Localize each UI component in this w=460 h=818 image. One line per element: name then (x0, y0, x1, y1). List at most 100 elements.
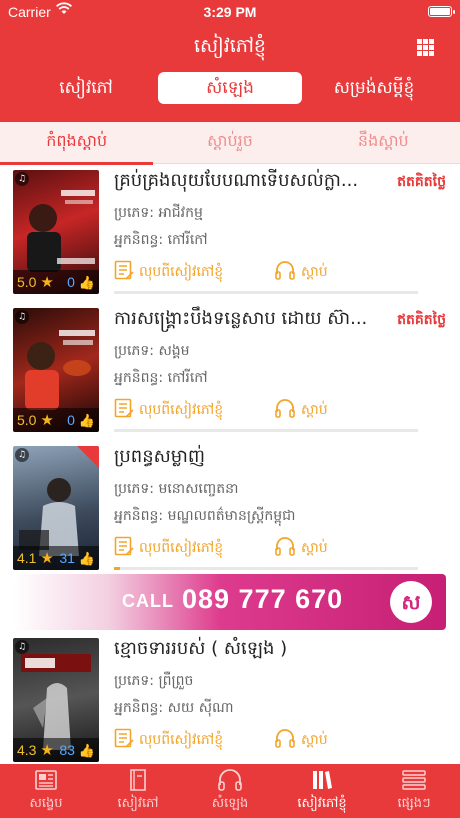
free-badge: ឥតគិតថ្លៃ (397, 312, 446, 328)
sub-tabs: កំពុងស្ដាប់ ស្ដាប់រួច នឹងស្ដាប់ (0, 122, 460, 165)
book-category: ប្រភេទ: អាជីវកម្ម (114, 205, 203, 221)
likes-count: 31 (59, 549, 75, 566)
book-author: អ្នកនិពន្ធ: កៅរីកៅ (114, 370, 208, 386)
rating-value: 4.3 (17, 742, 37, 758)
star-icon: ★ (40, 742, 54, 759)
free-badge: ឥតគិតថ្លៃ (397, 174, 446, 190)
book-cover[interactable]: ♫ 5.0 ★ 0 👍 (13, 170, 99, 294)
ad-banner[interactable]: CALL 089 777 670 ស (14, 574, 446, 630)
top-header: Carrier 3:29 PM សៀវភៅខ្ញុំ សៀវភៅ សំឡេង ស… (0, 0, 460, 122)
listen-label: ស្ដាប់ (301, 731, 328, 748)
segment-books[interactable]: សៀវភៅ (14, 72, 158, 104)
star-icon: ★ (40, 550, 54, 567)
headphones-icon (184, 764, 276, 792)
listen-button[interactable]: ស្ដាប់ (274, 260, 328, 284)
menu-lines-icon (368, 764, 460, 792)
status-bar: Carrier 3:29 PM (0, 0, 460, 24)
book-title[interactable]: ប្រពន្ធសម្លាញ់ (114, 444, 374, 471)
list-item[interactable]: ♫ 5.0 ★ 0 👍 គ្រប់គ្រងលុយបែបណាទើបសល់ក្លា.… (0, 164, 460, 299)
tab-audio[interactable]: សំឡេង (184, 764, 276, 818)
item-actions: លុបពីសៀវភៅខ្ញុំ ស្ដាប់ (114, 728, 414, 750)
headphones-icon (274, 728, 296, 752)
listen-button[interactable]: ស្ដាប់ (274, 536, 328, 560)
thumbs-up-icon: 👍 (78, 412, 95, 428)
remove-label: លុបពីសៀវភៅខ្ញុំ (139, 731, 224, 748)
cover-stats: 4.3 ★ 83 👍 (13, 738, 99, 762)
page-title: សៀវភៅខ្ញុំ (194, 35, 266, 57)
rating-group: 4.1 ★ (17, 549, 54, 567)
remove-label: លុបពីសៀវភៅខ្ញុំ (139, 539, 224, 556)
tab-summary[interactable]: សង្ខេប (0, 764, 92, 818)
listen-label: ស្ដាប់ (301, 401, 328, 418)
tab-label: ផ្សេងៗ (397, 796, 431, 811)
book-title[interactable]: គ្រប់គ្រងលុយបែបណាទើបសល់ក្លា... (114, 168, 374, 195)
grid-menu-icon[interactable] (417, 39, 434, 56)
book-info: គ្រប់គ្រងលុយបែបណាទើបសល់ក្លា... ឥតគិតថ្លៃ… (114, 168, 446, 251)
cover-stats: 5.0 ★ 0 👍 (13, 408, 99, 432)
book-category: ប្រភេទ: សង្គម (114, 343, 190, 359)
likes-count: 0 (67, 411, 75, 428)
tab-my-books[interactable]: សៀវភៅខ្ញុំ (276, 764, 368, 818)
item-actions: លុបពីសៀវភៅខ្ញុំ ស្ដាប់ (114, 398, 414, 420)
listen-label: ស្ដាប់ (301, 263, 328, 280)
book-author: អ្នកនិពន្ធ: កៅរីកៅ (114, 232, 208, 248)
rating-value: 4.1 (17, 550, 37, 566)
headphones-icon (274, 536, 296, 560)
headphones-icon (274, 398, 296, 422)
ad-logo: ស (390, 581, 432, 623)
headphones-badge-icon: ♫ (15, 310, 29, 324)
item-actions: លុបពីសៀវភៅខ្ញុំ ស្ដាប់ (114, 260, 414, 282)
ad-phone-number: 089 777 670 (182, 584, 344, 614)
headphones-badge-icon: ♫ (15, 172, 29, 186)
book-icon (92, 764, 184, 792)
tab-books[interactable]: សៀវភៅ (92, 764, 184, 818)
tab-finished[interactable]: ស្ដាប់រួច (153, 122, 306, 163)
list-item[interactable]: ♫ 4.1 ★ 31 👍 ប្រពន្ធសម្លាញ់ ប្រភេទ: មនោស… (0, 440, 460, 575)
book-title[interactable]: ខ្មោចទាររបស់ ( សំឡេង ) (114, 636, 374, 663)
bottom-tab-bar: សង្ខេប សៀវភៅ សំឡេង សៀវភៅខ្ញុំ ផ្សេងៗ (0, 764, 460, 818)
list-item[interactable]: ♫ 5.0 ★ 0 👍 ការសង្គ្រោះបឹងទន្លេសាប ដោយ ស… (0, 302, 460, 437)
headphones-badge-icon: ♫ (15, 448, 29, 462)
headphones-icon (274, 260, 296, 284)
book-cover[interactable]: ♫ 4.3 ★ 83 👍 (13, 638, 99, 762)
listen-button[interactable]: ស្ដាប់ (274, 398, 328, 422)
cover-stats: 5.0 ★ 0 👍 (13, 270, 99, 294)
tab-label: សំឡេង (211, 796, 249, 811)
tab-label: សៀវភៅខ្ញុំ (297, 796, 347, 811)
ad-call-label: CALL (122, 591, 174, 611)
tab-listening[interactable]: កំពុងស្ដាប់ (0, 122, 154, 165)
status-time: 3:29 PM (203, 4, 257, 20)
book-cover[interactable]: ♫ 5.0 ★ 0 👍 (13, 308, 99, 432)
book-title[interactable]: ការសង្គ្រោះបឹងទន្លេសាប ដោយ ស៊ា... (114, 306, 374, 333)
listen-label: ស្ដាប់ (301, 539, 328, 556)
listen-progress (114, 429, 418, 432)
corner-ribbon (77, 446, 99, 468)
listen-button[interactable]: ស្ដាប់ (274, 728, 328, 752)
segment-quotes[interactable]: សម្រង់សម្ដីខ្ញុំ (302, 72, 446, 104)
remove-from-my-books-button[interactable]: លុបពីសៀវភៅខ្ញុំ (114, 728, 223, 752)
likes-group: 0 👍 (67, 274, 95, 291)
book-category: ប្រភេទ: មនោសញ្ចេតនា (114, 481, 239, 497)
remove-from-my-books-button[interactable]: លុបពីសៀវភៅខ្ញុំ (114, 398, 223, 422)
book-author: អ្នកនិពន្ធ: សយ ស៊ីណា (114, 700, 234, 716)
remove-from-my-books-button[interactable]: លុបពីសៀវភៅខ្ញុំ (114, 260, 223, 284)
list-item[interactable]: ♫ 4.3 ★ 83 👍 ខ្មោចទាររបស់ ( សំឡេង ) ប្រភ… (0, 632, 460, 764)
book-category: ប្រភេទ: ព្រឺព្រួច (114, 673, 194, 689)
battery-icon (428, 6, 455, 17)
remove-label: លុបពីសៀវភៅខ្ញុំ (139, 401, 224, 418)
title-bar: សៀវភៅខ្ញុំ (0, 24, 460, 68)
book-info: ប្រពន្ធសម្លាញ់ ប្រភេទ: មនោសញ្ចេតនា អ្នកន… (114, 444, 446, 527)
book-cover[interactable]: ♫ 4.1 ★ 31 👍 (13, 446, 99, 570)
remove-label: លុបពីសៀវភៅខ្ញុំ (139, 263, 224, 280)
likes-count: 0 (67, 273, 75, 290)
segment-audio[interactable]: សំឡេង (158, 72, 302, 104)
newspaper-icon (0, 764, 92, 792)
headphones-badge-icon: ♫ (15, 640, 29, 654)
tab-label: សៀវភៅ (117, 796, 159, 811)
book-author: អ្នកនិពន្ធ: មណ្ឌលពត៌មានស្រ្តីកម្ពុជា (114, 508, 296, 524)
remove-from-my-books-button[interactable]: លុបពីសៀវភៅខ្ញុំ (114, 536, 223, 560)
tab-label: សង្ខេប (29, 796, 63, 811)
tab-more[interactable]: ផ្សេងៗ (368, 764, 460, 818)
list-icon (114, 260, 134, 284)
tab-to-listen[interactable]: នឹងស្ដាប់ (307, 122, 460, 163)
